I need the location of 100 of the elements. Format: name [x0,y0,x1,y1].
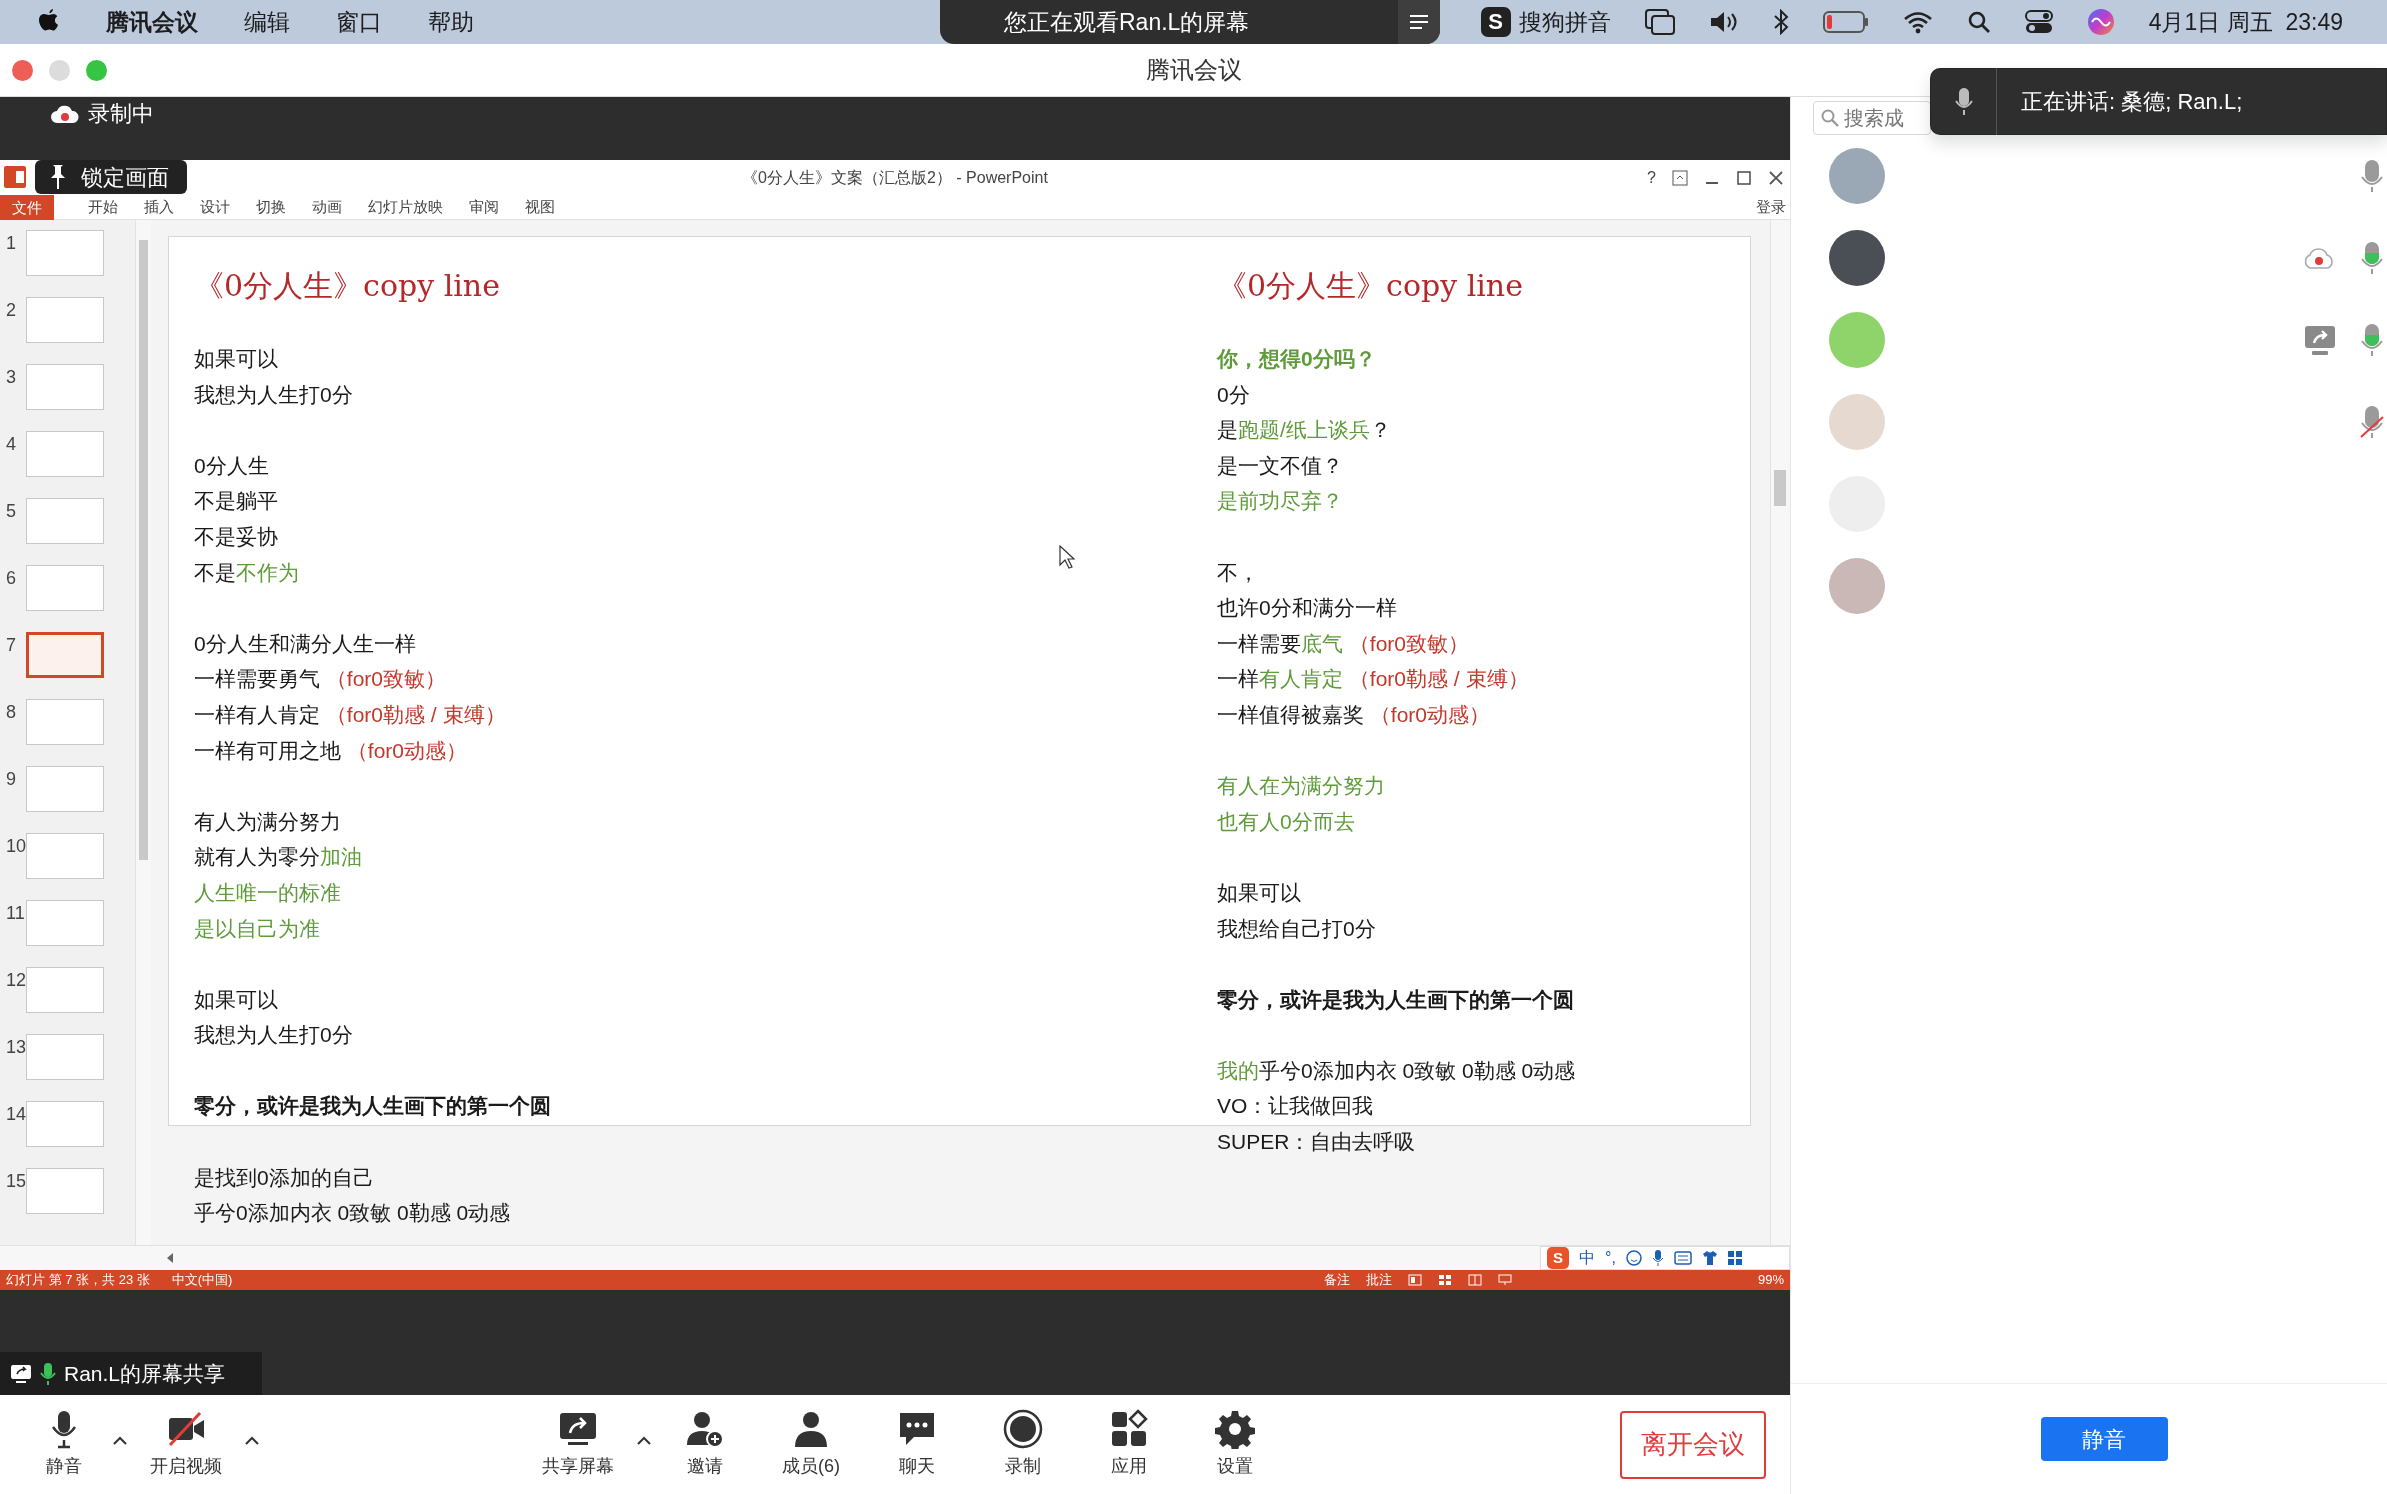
slide-text-line: 一样有可用之地 （for0动感） [194,737,468,764]
cursor-icon [1059,545,1075,569]
menu-item[interactable]: 帮助 [428,4,474,40]
window-close-button[interactable] [12,60,33,81]
normal-view-icon[interactable] [1407,1274,1422,1286]
lock-view-button[interactable]: 锁定画面 [35,160,187,194]
ribbon-tab[interactable]: 设计 [200,195,230,219]
input-method-logo[interactable]: S [1547,1247,1569,1269]
slide-thumbnail[interactable] [26,431,104,477]
assistant-icon[interactable] [2086,8,2115,36]
slide-thumbnail[interactable] [26,900,104,946]
toolbar-button[interactable]: 应用 [1079,1395,1179,1494]
list-button[interactable] [1398,0,1440,44]
reading-view-icon[interactable] [1467,1274,1482,1286]
slide-thumbnail[interactable] [26,498,104,544]
microphone-icon [1953,86,1974,117]
caret-icon[interactable] [112,1434,128,1445]
input-method-name[interactable]: 搜狗拼音 [1518,4,1611,40]
shirt-icon[interactable] [1701,1250,1718,1266]
bluetooth-icon[interactable] [1772,9,1789,35]
help-button[interactable]: ? [1647,166,1656,190]
search-icon [1821,109,1839,127]
input-mode[interactable]: 中 [1579,1246,1595,1270]
toggle-icon[interactable] [2024,9,2053,35]
apps-icon [1109,1409,1149,1449]
slide-thumbnail[interactable] [26,1101,104,1147]
share-label-text: Ran.L的屏幕共享 [64,1360,226,1387]
toolbar-button[interactable]: 邀请 [655,1395,755,1494]
restore-ribbon-icon[interactable] [1672,170,1688,186]
toolbar-button[interactable]: 设置 [1185,1395,1285,1494]
toolbar-button[interactable]: 成员(6) [761,1395,861,1494]
slide-text-line: 一样需要底气 （for0致敏） [1217,630,1470,657]
ribbon-tab[interactable]: 开始 [88,195,118,219]
ribbon-tab[interactable]: 动画 [312,195,342,219]
ribbon-tab[interactable]: 幻灯片放映 [368,195,443,219]
ribbon-tab[interactable]: 视图 [525,195,555,219]
slide-thumbnail[interactable] [26,967,104,1013]
slide-thumbnail[interactable] [26,699,104,745]
slide-thumbnail[interactable] [26,230,104,276]
close-icon[interactable] [1768,170,1784,186]
search-field[interactable]: 搜索成 [1813,101,1931,135]
slide-number: 12 [5,969,26,992]
volume-icon[interactable] [1708,10,1739,34]
slide-thumbnail[interactable] [26,364,104,410]
speaking-text: 正在讲话: 桑德; Ran.L; [2021,88,2243,116]
menu-item[interactable]: 编辑 [244,4,290,40]
app-menu[interactable]: 腾讯会议 [106,4,198,40]
slide-thumbnail[interactable] [26,565,104,611]
battery-icon[interactable] [1822,11,1869,33]
slide-number: 1 [5,232,17,255]
ribbon-tab[interactable]: 插入 [144,195,174,219]
sorter-view-icon[interactable] [1437,1274,1452,1286]
slide-thumbnail[interactable] [26,766,104,812]
slide-thumbnail[interactable] [26,632,104,678]
menu-item[interactable]: 窗口 [336,4,382,40]
toolbar-button[interactable]: 静音 [19,1395,109,1494]
slide-text-line: 是找到0添加的自己 [194,1164,374,1191]
toolbar-button[interactable]: 开启视频 [131,1395,241,1494]
mute-all-button[interactable]: 静音 [2040,1417,2168,1461]
wifi-icon[interactable] [1902,10,1933,34]
slide-thumbnail[interactable] [26,1034,104,1080]
window-zoom-button[interactable] [86,60,107,81]
scroll-left-icon[interactable] [165,1252,175,1264]
file-tab[interactable]: 文件 [0,194,54,220]
slide-text-line: 零分，或许是我为人生画下的第一个圆 [1217,986,1574,1013]
punctuation-mode[interactable]: °, [1605,1246,1616,1270]
app-logo-icon [4,166,26,188]
toolbar-button[interactable]: 共享屏幕 [523,1395,633,1494]
slide-number: 5 [5,500,17,523]
sign-in-link[interactable]: 登录 [1756,195,1786,219]
toolbar-button[interactable]: 录制 [973,1395,1073,1494]
slide-title: 《0分人生》copy line [194,267,501,305]
smiley-icon[interactable] [1625,1250,1642,1266]
ribbon-tab[interactable]: 审阅 [469,195,499,219]
caret-icon[interactable] [244,1434,260,1445]
slide-thumbnail[interactable] [26,1168,104,1214]
slideshow-view-icon[interactable] [1497,1274,1512,1286]
slide-text-line: 一样需要勇气 （for0致敏） [194,666,447,693]
search-icon[interactable] [1966,10,1991,34]
notes-button[interactable]: 备注 [1323,1270,1350,1290]
caret-icon[interactable] [636,1434,652,1445]
keyboard-icon[interactable] [1673,1251,1692,1265]
grid-icon[interactable] [1727,1251,1742,1265]
slide-text-line: 你，想得0分吗？ [1217,346,1376,372]
ribbon-tab[interactable]: 切换 [256,195,286,219]
slide-number: 6 [5,567,17,590]
slide-thumbnail[interactable] [26,833,104,879]
scrollbar[interactable] [135,220,151,1245]
leave-meeting-button[interactable]: 离开会议 [1620,1410,1766,1479]
toolbar-button[interactable]: 聊天 [867,1395,967,1494]
slide-number: 7 [5,634,17,657]
microphone-icon[interactable] [1651,1250,1664,1266]
windows-icon[interactable] [1644,9,1675,35]
maximize-icon[interactable] [1736,170,1752,186]
slide-text-line: 一样有人肯定 （for0勒感 / 束缚） [194,701,506,728]
scrollbar[interactable] [1770,220,1790,1245]
comments-button[interactable]: 批注 [1365,1270,1392,1290]
input-method-logo[interactable]: S [1480,7,1511,37]
slide-thumbnail[interactable] [26,297,104,343]
slide-text-line: 也有人0分而去 [1217,808,1355,835]
